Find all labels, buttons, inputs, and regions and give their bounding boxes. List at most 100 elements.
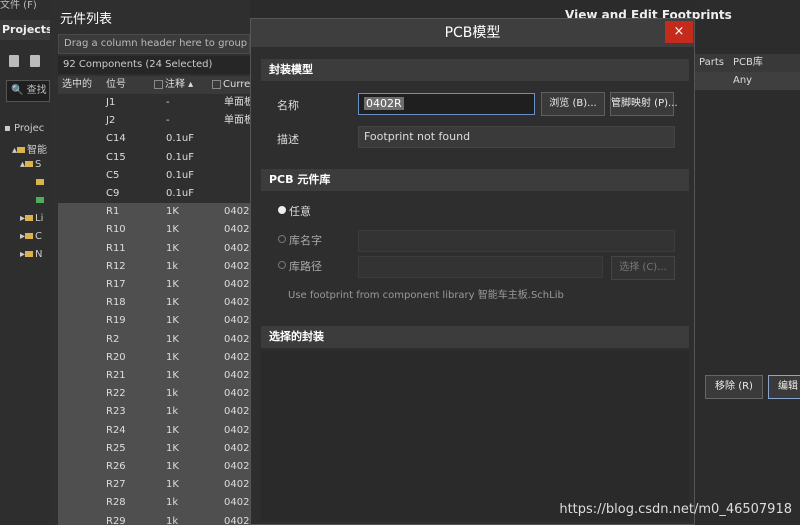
filter-icon[interactable] — [154, 79, 163, 89]
tree-item-s[interactable]: ▴ S — [20, 159, 41, 170]
radio-lib-name-label: 库名字 — [289, 234, 322, 247]
choose-button[interactable]: 选择 (C)... — [611, 256, 675, 280]
cell-comment: - — [166, 97, 170, 108]
cell-footprint: 0402R — [224, 406, 250, 418]
cell-comment: - — [166, 115, 170, 127]
cell-comment: 1k — [166, 388, 179, 400]
name-value: 0402R — [364, 97, 404, 110]
dialog-title: PCB模型 — [251, 19, 694, 47]
cell-comment: 1K — [166, 442, 179, 454]
table-row[interactable]: C14 0.1uF — [58, 130, 250, 148]
close-button[interactable]: × — [665, 21, 693, 43]
tree-item-board[interactable]: ▴ 智能 — [12, 141, 47, 156]
cell-designator: R1 — [106, 206, 120, 218]
cell-footprint: 0402R — [224, 260, 250, 272]
search-field[interactable]: 🔍 查找 — [6, 80, 50, 102]
cell-designator: R24 — [106, 424, 126, 436]
tree-item-project[interactable]: ▪ Projec — [4, 123, 44, 134]
table-row[interactable]: R12 1k 0402R — [58, 257, 250, 276]
table-row[interactable]: R10 1K 0402R — [58, 221, 250, 240]
table-row[interactable]: R1 1K 0402R — [58, 203, 250, 222]
tree-item-c[interactable]: ▸ C — [20, 231, 42, 242]
cell-comment: 1K — [166, 479, 179, 491]
cell-comment: 1k — [166, 260, 179, 272]
folder-icon — [25, 161, 34, 167]
radio-any[interactable] — [278, 206, 286, 214]
table-row[interactable]: C9 0.1uF — [58, 185, 250, 203]
pin-map-button[interactable]: 管脚映射 (P)... — [610, 92, 678, 116]
cell-comment: 1K — [166, 242, 179, 254]
radio-any-label: 任意 — [289, 205, 311, 218]
table-row[interactable]: C5 0.1uF — [58, 167, 250, 185]
table-row[interactable]: C15 0.1uF — [58, 149, 250, 167]
table-row[interactable]: R26 1K 0402R — [58, 458, 250, 477]
cell-designator: R20 — [106, 351, 126, 363]
folder-icon — [25, 251, 34, 257]
pcb-lib-value: Any — [733, 75, 753, 86]
radio-lib-path[interactable] — [278, 261, 286, 269]
col-selected[interactable]: 选中的 — [62, 76, 92, 94]
cell-designator: R2 — [106, 333, 120, 345]
search-label: 查找 — [26, 85, 47, 96]
radio-lib-name[interactable] — [278, 235, 286, 243]
col-designator[interactable]: 位号 — [106, 76, 126, 94]
name-input[interactable]: 0402R — [358, 93, 535, 115]
table-row[interactable]: R29 1k 0402R — [58, 512, 250, 525]
cell-designator: R17 — [106, 279, 126, 290]
lib-path-input[interactable] — [358, 256, 603, 278]
cell-footprint: 0402R — [224, 315, 250, 327]
table-row[interactable]: R21 1K 0402R — [58, 367, 250, 386]
tree-label: Projec — [13, 123, 45, 134]
file-menu[interactable]: 文件 (F) — [0, 0, 37, 11]
table-row[interactable]: R28 1k 0402R — [58, 494, 250, 513]
radio-lib-path-label: 库路径 — [289, 260, 322, 273]
cell-designator: R18 — [106, 297, 126, 309]
lib-name-input[interactable] — [358, 230, 675, 252]
component-rows: J1 - 单面板 J2 - 单面板 C14 0.1uF C15 0.1uF C5 0.1uF C9 0.1… — [58, 94, 250, 525]
col-parts[interactable]: Parts — [699, 54, 724, 72]
cell-footprint: 0402R — [224, 242, 250, 254]
table-row[interactable]: J1 - 单面板 — [58, 94, 250, 112]
table-row[interactable]: R22 1k 0402R — [58, 385, 250, 404]
cell-comment: 1k — [166, 406, 179, 418]
remove-button[interactable]: 移除 (R) — [705, 375, 763, 399]
cell-comment: 1K — [166, 206, 179, 218]
table-row[interactable]: R20 1K 0402R — [58, 348, 250, 367]
table-row[interactable]: R17 1K 0402R — [58, 276, 250, 295]
name-label: 名称 — [277, 99, 299, 112]
col-comment[interactable]: 注释 ▴ — [154, 76, 193, 94]
tree-item-file-b[interactable] — [36, 195, 46, 206]
cell-designator: R19 — [106, 315, 126, 327]
tree-item-file-a[interactable] — [36, 177, 46, 188]
tree-item-li[interactable]: ▸ Li — [20, 213, 43, 224]
edit-button[interactable]: 编辑 — [768, 375, 800, 399]
table-row[interactable]: R18 1K 0402R — [58, 294, 250, 313]
cell-footprint: 0402R — [224, 388, 250, 400]
table-row[interactable]: R19 1K 0402R — [58, 312, 250, 331]
cell-designator: C14 — [106, 133, 126, 145]
table-row[interactable]: R25 1K 0402R — [58, 439, 250, 458]
document-icon[interactable] — [30, 55, 40, 67]
table-row[interactable]: R23 1k 0402R — [58, 403, 250, 422]
save-icon[interactable] — [9, 55, 19, 67]
footprint-preview-area — [261, 351, 689, 521]
col-current[interactable]: Curre — [212, 76, 250, 94]
table-row[interactable]: R27 1K 0402R — [58, 476, 250, 495]
table-row[interactable]: R11 1K 0402R — [58, 239, 250, 258]
col-pcb-lib[interactable]: PCB库 — [733, 54, 763, 72]
filter-icon[interactable] — [212, 79, 221, 89]
tree-label: Li — [35, 213, 44, 224]
browse-button[interactable]: 浏览 (B)... — [541, 92, 605, 116]
cell-footprint: 0402R — [224, 297, 250, 309]
section-footprint-model: 封装模型 — [261, 59, 689, 81]
footprint-row[interactable]: Any — [695, 72, 800, 90]
table-row[interactable]: J2 - 单面板 — [58, 112, 250, 130]
description-field[interactable]: Footprint not found — [358, 126, 675, 148]
table-row[interactable]: R2 1K 0402R — [58, 330, 250, 349]
tree-item-n[interactable]: ▸ N — [20, 249, 43, 260]
table-row[interactable]: R24 1K 0402R — [58, 421, 250, 440]
cell-footprint: 0402R — [224, 461, 250, 472]
footprints-panel: View and Edit Footprints Parts PCB库 Any … — [565, 0, 800, 525]
group-by-area[interactable]: Drag a column header here to group by th… — [58, 34, 250, 54]
file-icon — [36, 197, 44, 203]
